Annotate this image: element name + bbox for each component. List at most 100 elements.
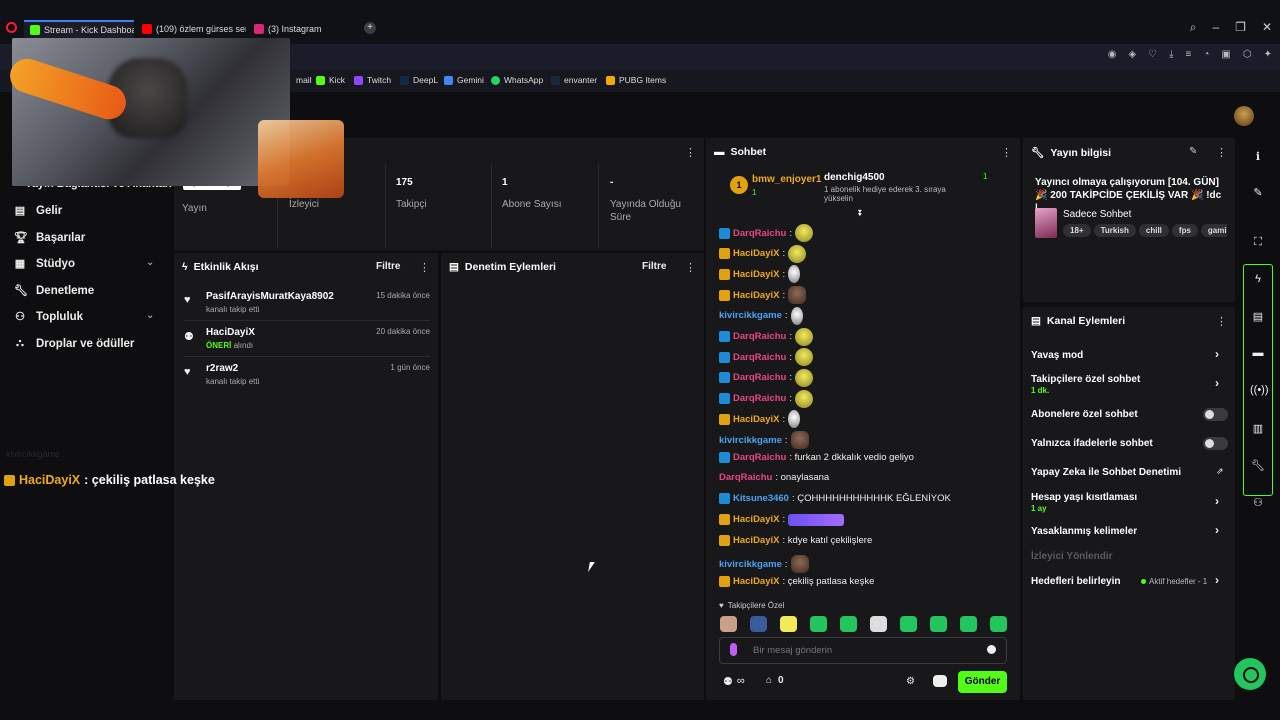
kebab-menu-icon[interactable]: ⋮ bbox=[685, 261, 696, 274]
activity-filter-button[interactable]: Filtre bbox=[376, 261, 400, 272]
chat-username[interactable]: DarqRaichu bbox=[733, 452, 786, 463]
notes-icon[interactable]: ▤ bbox=[1250, 310, 1266, 323]
chat-username[interactable]: Kitsune3460 bbox=[733, 493, 789, 504]
close-icon[interactable]: ✕ bbox=[1262, 20, 1272, 35]
chat-username[interactable]: DarqRaichu bbox=[733, 331, 786, 342]
user-avatar[interactable] bbox=[1234, 106, 1254, 126]
chat-icon[interactable]: ▬ bbox=[1250, 347, 1266, 359]
activity-user[interactable]: PasifArayisMuratKaya8902 bbox=[206, 291, 334, 302]
emote-button[interactable] bbox=[930, 616, 947, 632]
tab-instagram[interactable]: (3) Instagram bbox=[248, 20, 348, 38]
emote-button[interactable] bbox=[990, 616, 1007, 632]
tag[interactable]: gamir bbox=[1200, 224, 1227, 237]
chat-username[interactable]: DarqRaichu bbox=[733, 352, 786, 363]
sidebar-item-studio[interactable]: ▦ Stüdyo bbox=[14, 257, 75, 271]
chat-username[interactable]: HaciDayiX bbox=[733, 248, 779, 259]
chevron-right-icon[interactable]: › bbox=[1215, 573, 1219, 587]
chevron-down-icon[interactable]: ⌄ bbox=[146, 310, 154, 321]
chat-username[interactable]: kivircikkgame bbox=[719, 310, 782, 321]
chevron-right-icon[interactable]: › bbox=[1215, 347, 1219, 361]
tag[interactable]: 18+ bbox=[1063, 224, 1091, 237]
layout-icon[interactable]: ▥ bbox=[1250, 422, 1266, 435]
chat-username[interactable]: DarqRaichu bbox=[733, 393, 786, 404]
sidebar-item-community[interactable]: ⚇ Topluluk bbox=[14, 310, 83, 324]
info-icon[interactable]: ℹ bbox=[1250, 150, 1266, 163]
bookmark-twitch[interactable]: Twitch bbox=[354, 75, 391, 85]
category-name[interactable]: Sadece Sohbet bbox=[1063, 209, 1131, 220]
opera-logo-icon[interactable] bbox=[6, 22, 17, 33]
activity-user[interactable]: HaciDayiX bbox=[206, 327, 255, 338]
tab-kick-dashboard[interactable]: Stream - Kick Dashboard bbox=[24, 20, 134, 38]
chat-username[interactable]: HaciDayiX bbox=[733, 514, 779, 525]
minimize-icon[interactable]: – bbox=[1212, 20, 1219, 35]
emote-button[interactable] bbox=[750, 616, 767, 632]
emote-button[interactable] bbox=[720, 616, 737, 632]
edit-icon[interactable]: ✎ bbox=[1189, 146, 1197, 157]
bookmark-pubg-items[interactable]: PUBG Items bbox=[606, 75, 666, 85]
scroll-down-icon[interactable]: ⏬︎ bbox=[858, 208, 863, 219]
download-icon[interactable]: ⤓ bbox=[1169, 49, 1173, 60]
chat-username[interactable]: DarqRaichu bbox=[733, 372, 786, 383]
menu-icon[interactable]: ≡ bbox=[1186, 49, 1192, 60]
sidebar-item-revenue[interactable]: ▤ Gelir bbox=[14, 204, 62, 218]
kebab-menu-icon[interactable]: ⋮ bbox=[1001, 146, 1012, 159]
bookmark-kick[interactable]: Kick bbox=[316, 75, 345, 85]
channel-points[interactable]: ⚉ ∞ bbox=[723, 675, 745, 688]
bookmark-gemini[interactable]: Gemini bbox=[444, 75, 484, 85]
chat-username[interactable]: DarqRaichu bbox=[719, 472, 772, 483]
chevron-right-icon[interactable]: › bbox=[1215, 494, 1219, 508]
bookmark-mail[interactable]: mail bbox=[296, 75, 312, 85]
search-tabs-icon[interactable]: ⌕ bbox=[1190, 20, 1197, 35]
tag[interactable]: fps bbox=[1171, 224, 1198, 237]
community-icon[interactable]: ⚇ bbox=[1250, 496, 1266, 509]
bookmark-deepl[interactable]: DeepL bbox=[400, 75, 438, 85]
chat-username[interactable]: HaciDayiX bbox=[733, 290, 779, 301]
sidebar-item-achievements[interactable]: 🏆︎ Başarılar bbox=[14, 231, 85, 245]
bookmark-envanter[interactable]: envanter bbox=[551, 75, 597, 85]
camera-icon[interactable]: ◉ bbox=[1108, 49, 1117, 60]
send-button[interactable]: Gönder bbox=[958, 671, 1007, 693]
gifter-name[interactable]: bmw_enjoyer1 bbox=[752, 174, 821, 185]
kebab-menu-icon[interactable]: ⋮ bbox=[419, 261, 430, 274]
extension-icon[interactable]: ▣ bbox=[1221, 49, 1230, 60]
external-link-icon[interactable]: ⇗ bbox=[1216, 466, 1224, 477]
emote-button[interactable] bbox=[780, 616, 797, 632]
chat-message-input[interactable] bbox=[719, 637, 1007, 664]
chat-username[interactable]: kivircikkgame bbox=[719, 559, 782, 570]
recipient-name[interactable]: denchig4500 bbox=[824, 172, 885, 183]
chevron-down-icon[interactable]: ⌄ bbox=[146, 257, 154, 268]
cube-icon[interactable]: ⬡ bbox=[1243, 49, 1252, 60]
chevron-right-icon[interactable]: › bbox=[1215, 523, 1219, 537]
emote-button[interactable] bbox=[810, 616, 827, 632]
tag[interactable]: chill bbox=[1138, 224, 1169, 237]
kebab-menu-icon[interactable]: ⋮ bbox=[1216, 315, 1227, 328]
chat-username[interactable]: HaciDayiX bbox=[733, 535, 779, 546]
moderation-filter-button[interactable]: Filtre bbox=[642, 261, 666, 272]
wrench-icon[interactable]: 🔧︎ bbox=[1250, 459, 1266, 472]
edit-icon[interactable]: ✎ bbox=[1250, 186, 1266, 199]
heart-icon[interactable]: ♡ bbox=[1148, 49, 1157, 60]
tag[interactable]: Turkish bbox=[1093, 224, 1136, 237]
chat-username[interactable]: HaciDayiX bbox=[733, 414, 779, 425]
chat-username[interactable]: HaciDayiX bbox=[733, 269, 779, 280]
followers-only-chat-item[interactable]: Takipçilere özel sohbet bbox=[1031, 374, 1140, 385]
emote-button[interactable] bbox=[840, 616, 857, 632]
support-chat-button[interactable] bbox=[1234, 658, 1266, 690]
set-goals-item[interactable]: Hedefleri belirleyin bbox=[1031, 576, 1120, 587]
microphone-icon[interactable] bbox=[730, 643, 737, 656]
account-age-item[interactable]: Hesap yaşı kısıtlaması bbox=[1031, 492, 1137, 503]
kebab-menu-icon[interactable]: ⋮ bbox=[1216, 146, 1227, 159]
chat-username[interactable]: HaciDayiX bbox=[733, 576, 779, 587]
fullscreen-icon[interactable]: ⛶ bbox=[1250, 236, 1266, 249]
shield-icon[interactable]: ◈ bbox=[1128, 49, 1136, 60]
mod-tools-icon[interactable] bbox=[933, 675, 947, 687]
emote-button[interactable] bbox=[900, 616, 917, 632]
emote-only-toggle[interactable] bbox=[1203, 437, 1228, 450]
chat-settings-icon[interactable]: ⚙ bbox=[906, 676, 915, 687]
store-button[interactable]: ⌂ 0 bbox=[766, 675, 784, 686]
slow-mode-item[interactable]: Yavaş mod bbox=[1031, 350, 1083, 361]
subscribers-only-toggle[interactable] bbox=[1203, 408, 1228, 421]
new-tab-button[interactable]: + bbox=[364, 22, 376, 34]
chat-username[interactable]: DarqRaichu bbox=[733, 228, 786, 239]
sidebar-item-moderation[interactable]: 🔧︎ Denetleme bbox=[14, 284, 94, 298]
